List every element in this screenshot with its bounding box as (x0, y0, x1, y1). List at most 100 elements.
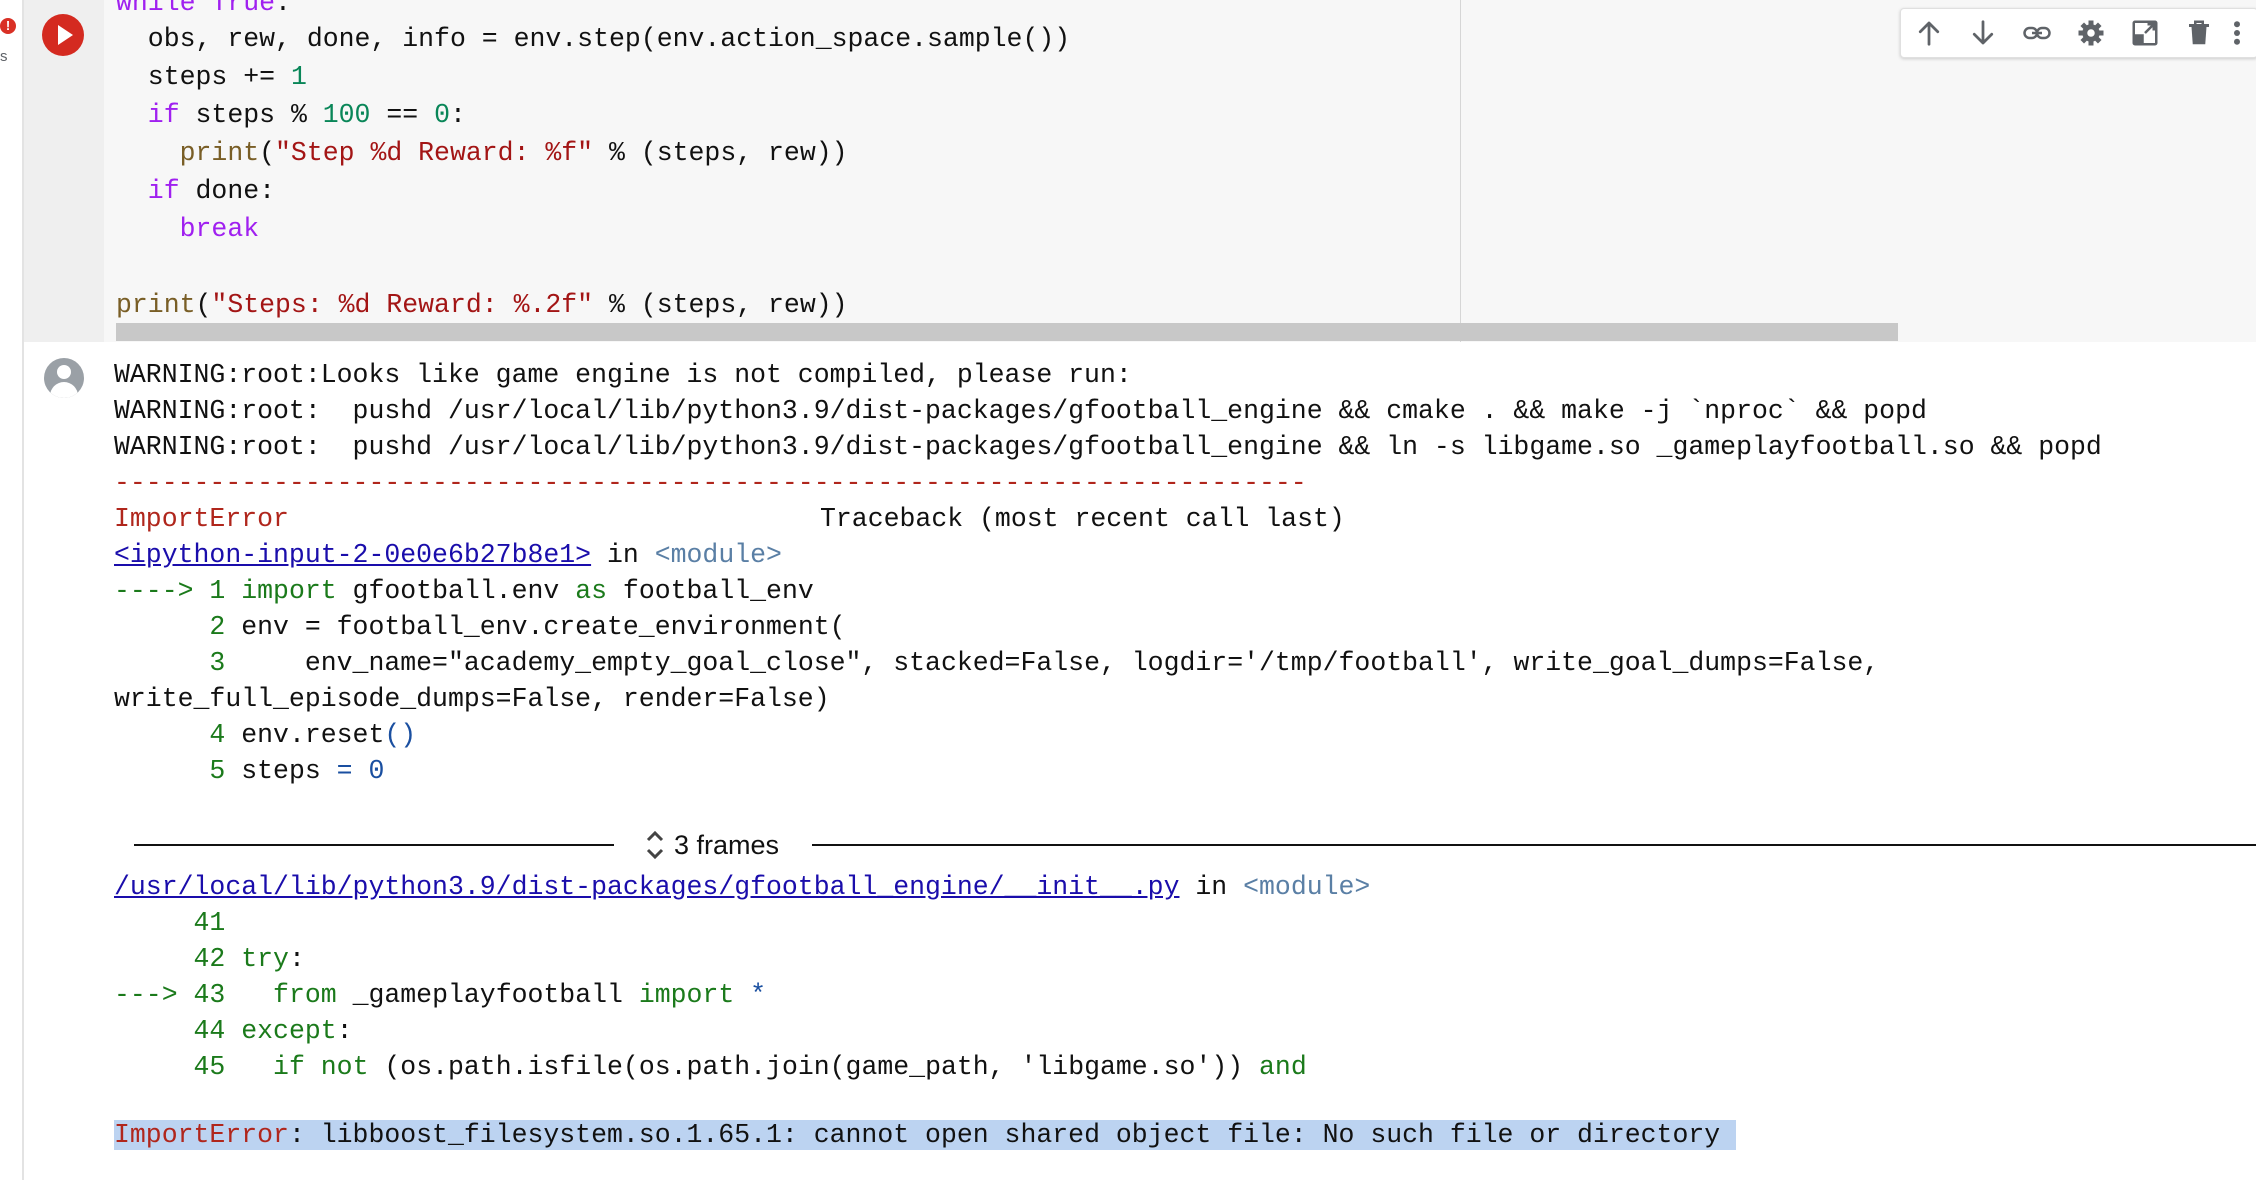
line-code: try: (241, 944, 305, 974)
traceback-source-line: 44 except: (114, 1016, 353, 1046)
traceback-location-2: /usr/local/lib/python3.9/dist-packages/g… (114, 872, 1370, 902)
line-arrow (114, 908, 194, 938)
traceback-source-line: 5 steps = 0 (114, 756, 384, 786)
code-token: "Step %d Reward: %f" (275, 138, 594, 168)
line-code: env_name="academy_empty_goal_close", sta… (225, 648, 1880, 678)
ruler-line (1460, 0, 1461, 342)
final-error-line[interactable]: ImportError: libboost_filesystem.so.1.65… (114, 1120, 1737, 1150)
frames-divider-right (812, 844, 2256, 846)
cell-toolbar (1900, 8, 2256, 58)
traceback-header: ImportError Traceback (most recent call l… (114, 504, 1345, 534)
warning-line-1: WARNING:root:Looks like game engine is n… (114, 360, 1132, 390)
code-token: ( (195, 290, 212, 320)
code-token: == (370, 100, 435, 130)
line-number: 1 (209, 576, 226, 606)
line-number: 2 (209, 612, 226, 642)
code-token: % (steps, rew)) (593, 138, 848, 168)
code-token: % (steps, rew)) (593, 290, 848, 320)
line-number: 43 (193, 980, 226, 1010)
code-token: . (275, 0, 291, 18)
code-line: print("Step %d Reward: %f" % (steps, rew… (116, 138, 848, 168)
line-number: 45 (193, 1052, 226, 1082)
in-text: in (591, 540, 655, 570)
traceback-location: <ipython-input-2-0e0e6b27b8e1> in <modul… (114, 540, 782, 570)
traceback-source-line: 42 try: (114, 944, 305, 974)
line-arrow (114, 756, 209, 786)
line-code: write_full_episode_dumps=False, render=F… (114, 684, 830, 714)
error-type: ImportError (114, 504, 289, 534)
mirror-cell-icon[interactable] (2125, 9, 2165, 57)
code-line: break (116, 214, 260, 244)
code-token: if (116, 100, 180, 130)
code-token: : (450, 100, 466, 130)
final-error-type: ImportError (114, 1120, 289, 1150)
line-code: steps = 0 (225, 756, 385, 786)
line-code: env.reset() (225, 720, 417, 750)
line-arrow (114, 944, 194, 974)
line-number: 3 (209, 648, 226, 678)
module-name: <module> (654, 540, 782, 570)
code-line: obs, rew, done, info = env.step(env.acti… (116, 24, 1070, 54)
horizontal-scrollbar[interactable] (116, 323, 1898, 341)
output-avatar-icon[interactable] (44, 358, 84, 398)
line-arrow (114, 648, 209, 678)
code-token: 1 (290, 62, 307, 92)
more-vert-icon[interactable] (2219, 9, 2255, 57)
arrow-up-icon[interactable] (1909, 9, 1949, 57)
code-token: 100 (322, 100, 371, 130)
gear-icon[interactable] (2071, 9, 2111, 57)
ipython-input-link[interactable]: <ipython-input-2-0e0e6b27b8e1> (114, 540, 591, 570)
line-arrow (114, 1052, 194, 1082)
code-token: if (116, 176, 180, 206)
code-line: if done: (116, 176, 275, 206)
expand-frames-button[interactable]: 3 frames (644, 828, 779, 862)
run-cell-button[interactable] (42, 14, 84, 56)
traceback-source-line: 3 env_name="academy_empty_goal_close", s… (114, 648, 1879, 678)
link-icon[interactable] (2017, 9, 2057, 57)
frames-divider-left (134, 844, 614, 846)
code-token: steps % (179, 100, 323, 130)
code-line: steps += 1 (116, 62, 307, 92)
line-arrow: ---> (114, 980, 194, 1010)
line-code: env = football_env.create_environment( (225, 612, 846, 642)
trash-icon[interactable] (2179, 9, 2219, 57)
module-name-2: <module> (1243, 872, 1371, 902)
line-code: from _gameplayfootball import * (273, 980, 767, 1010)
code-token: print (116, 138, 260, 168)
warning-line-2: WARNING:root: pushd /usr/local/lib/pytho… (114, 396, 1927, 426)
left-status-strip (0, 0, 24, 1180)
file-link[interactable]: /usr/local/lib/python3.9/dist-packages/g… (114, 872, 1179, 902)
code-line: if steps % 100 == 0: (116, 100, 466, 130)
unfold-icon (646, 830, 664, 860)
line-arrow (114, 1016, 194, 1046)
final-error-message: : libboost_filesystem.so.1.65.1: cannot … (288, 1120, 1721, 1150)
code-line: print("Steps: %d Reward: %.2f" % (steps,… (116, 290, 848, 320)
traceback-source-line: write_full_episode_dumps=False, render=F… (114, 684, 830, 714)
warning-line-3: WARNING:root: pushd /usr/local/lib/pytho… (114, 432, 2102, 462)
in-text-2: in (1179, 872, 1244, 902)
traceback-source-line: 41 (114, 908, 226, 938)
code-token: 0 (434, 100, 450, 130)
traceback-source-line: ---> 43 from _gameplayfootball import * (114, 980, 766, 1010)
code-token: "Steps: %d Reward: %.2f" (211, 290, 594, 320)
line-arrow: ----> (114, 576, 210, 606)
traceback-source-line: 2 env = football_env.create_environment( (114, 612, 846, 642)
line-code: import gfootball.env as football_env (241, 576, 814, 606)
arrow-down-icon[interactable] (1963, 9, 2003, 57)
line-code: except: (241, 1016, 353, 1046)
code-token: print (116, 290, 196, 320)
line-number: 42 (193, 944, 226, 974)
frames-label: 3 frames (674, 829, 780, 860)
code-token: break (116, 214, 260, 244)
traceback-source-line: 4 env.reset() (114, 720, 416, 750)
code-token: ( (259, 138, 276, 168)
code-token: obs, rew, done, info = env.step(env.acti… (116, 24, 1071, 54)
traceback-label: Traceback (most recent call last) (820, 504, 1345, 534)
collapsed-frames-row: 3 frames (134, 828, 2256, 862)
line-number: 41 (193, 908, 226, 938)
traceback-separator: ----------------------------------------… (114, 468, 1307, 498)
error-indicator-icon[interactable]: ! (0, 18, 16, 34)
code-line: while True. (116, 0, 291, 18)
error-indicator-label: s (0, 48, 8, 65)
line-number: 44 (193, 1016, 226, 1046)
